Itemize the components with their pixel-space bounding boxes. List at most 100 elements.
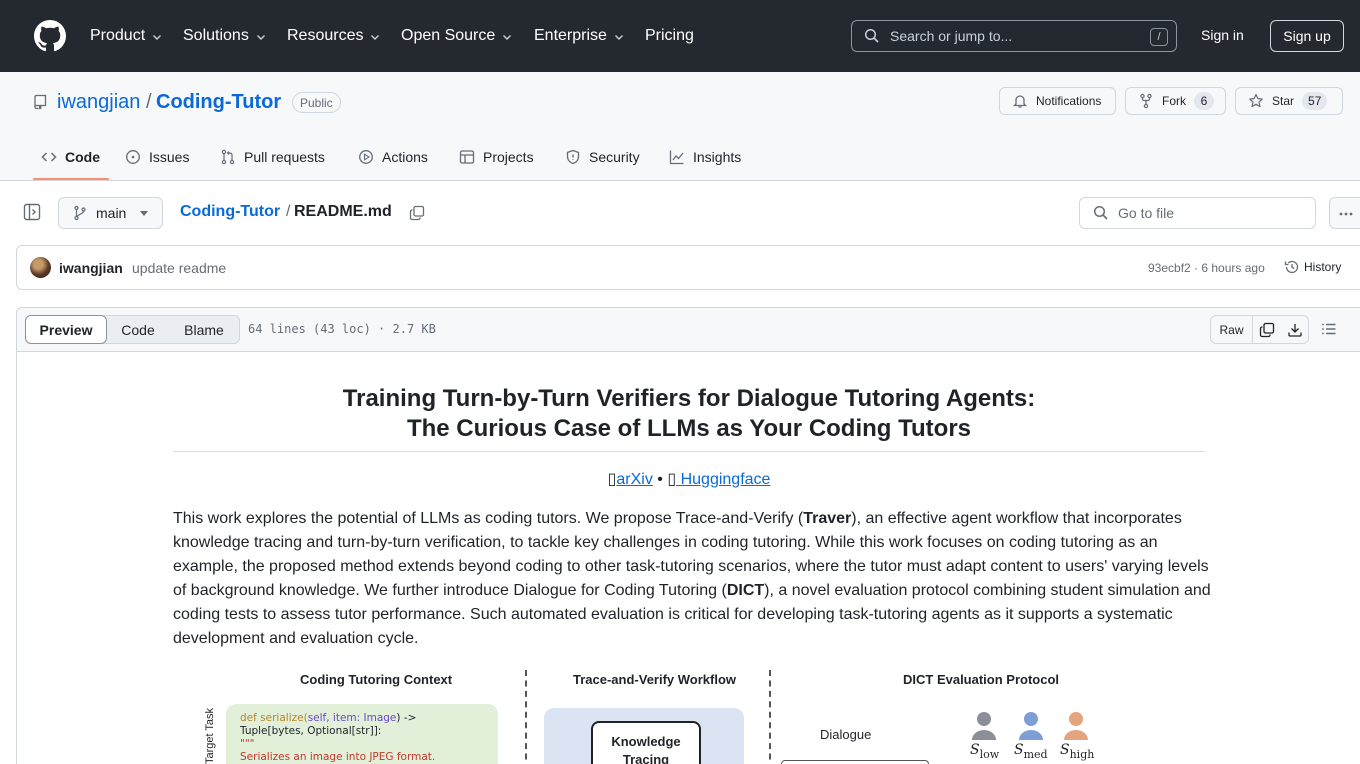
nav-solutions-label: Solutions [183, 27, 249, 44]
s-med-sym: S [1014, 742, 1024, 758]
nav-resources-label: Resources [287, 27, 364, 44]
code-args: self, item: Image [307, 712, 397, 724]
nav-pricing[interactable]: Pricing [645, 24, 694, 48]
go-to-file-placeholder: Go to file [1118, 205, 1175, 221]
student-high-icon [1064, 712, 1088, 740]
figure-divider-1 [525, 670, 527, 764]
view-preview-button[interactable]: Preview [25, 315, 107, 344]
repo-name-link[interactable]: Coding-Tutor [156, 91, 281, 114]
sidebar-expand-icon[interactable] [23, 203, 41, 221]
tab-issues[interactable]: Issues [125, 145, 189, 169]
search-input[interactable]: Search or jump to... / [851, 20, 1177, 52]
repo-owner-link[interactable]: iwangjian [57, 91, 140, 114]
author-avatar[interactable] [30, 257, 51, 278]
raw-button[interactable]: Raw [1211, 316, 1253, 343]
nav-resources[interactable]: Resources [287, 24, 381, 48]
tab-actions[interactable]: Actions [358, 145, 428, 169]
nav-enterprise-label: Enterprise [534, 27, 607, 44]
kebab-horizontal-icon [1339, 212, 1353, 216]
chevron-down-icon [153, 35, 162, 40]
fork-button[interactable]: Fork 6 [1125, 87, 1226, 115]
sign-in-link[interactable]: Sign in [1201, 27, 1244, 43]
go-to-file-input[interactable]: Go to file [1079, 197, 1316, 229]
star-label: Star [1272, 94, 1295, 108]
search-placeholder: Search or jump to... [890, 28, 1013, 44]
chevron-down-icon [371, 35, 380, 40]
copy-raw-icon[interactable] [1259, 322, 1275, 338]
overview-figure: Coding Tutoring Context Trace-and-Verify… [200, 664, 1100, 764]
tab-insights[interactable]: Insights [669, 145, 741, 169]
view-code-button[interactable]: Code [108, 316, 168, 343]
copy-path-icon[interactable] [409, 205, 425, 221]
tab-projects-label: Projects [483, 149, 534, 165]
tab-code[interactable]: Code [41, 145, 100, 169]
s-med-sub: med [1023, 747, 1048, 761]
s-high-sym: S [1060, 742, 1070, 758]
nav-open-source[interactable]: Open Source [401, 24, 513, 48]
breadcrumb-repo-link[interactable]: Coding-Tutor [180, 203, 280, 221]
bell-icon [1012, 95, 1028, 108]
play-icon [359, 150, 373, 164]
branch-selector[interactable]: main [58, 197, 163, 229]
readme-title: Training Turn-by-Turn Verifiers for Dial… [173, 384, 1205, 444]
commit-message-link[interactable]: update readme [132, 260, 226, 276]
star-button[interactable]: Star 57 [1235, 87, 1343, 115]
code-line-1: def serialize(self, item: Image) -> [240, 712, 484, 725]
figure-heading-context: Coding Tutoring Context [300, 672, 453, 687]
nav-product[interactable]: Product [90, 24, 163, 48]
tab-pull-requests[interactable]: Pull requests [220, 145, 325, 169]
history-icon [1284, 260, 1299, 274]
tab-projects[interactable]: Projects [459, 145, 534, 169]
visibility-badge: Public [292, 92, 341, 113]
chevron-down-icon [503, 35, 512, 40]
star-icon [1249, 93, 1263, 108]
code-icon [41, 152, 57, 162]
dialogue-box [781, 760, 929, 764]
git-branch-icon [74, 205, 86, 221]
graph-icon [669, 150, 684, 165]
nav-solutions[interactable]: Solutions [183, 24, 267, 48]
nav-product-label: Product [90, 27, 146, 44]
s-low-sub: low [979, 747, 1000, 761]
search-shortcut-key: / [1150, 28, 1168, 46]
outline-list-icon[interactable] [1321, 321, 1337, 337]
table-icon [459, 150, 475, 164]
active-tab-indicator [33, 178, 109, 180]
tab-security[interactable]: Security [565, 145, 640, 169]
branch-name: main [96, 205, 127, 221]
target-task-label: Target Task [204, 707, 216, 764]
view-blame-button[interactable]: Blame [168, 316, 240, 343]
more-options-button[interactable] [1329, 197, 1360, 229]
history-button[interactable]: History [1284, 259, 1341, 275]
tab-code-label: Code [65, 149, 100, 165]
global-header: Product Solutions Resources Open Source … [0, 0, 1360, 72]
figure-heading-workflow: Trace-and-Verify Workflow [573, 672, 737, 687]
arxiv-link[interactable]: arXiv [616, 471, 652, 488]
tab-security-label: Security [589, 149, 640, 165]
pull-request-icon [221, 149, 235, 165]
student-high-label: Shigh [1060, 742, 1094, 761]
code-line-2: Tuple[bytes, Optional[str]]: [240, 725, 382, 737]
fork-label: Fork [1162, 94, 1186, 108]
readme-title-line2: The Curious Case of LLMs as Your Coding … [406, 415, 972, 442]
download-icon[interactable] [1287, 322, 1303, 338]
sign-up-button[interactable]: Sign up [1270, 20, 1344, 52]
nav-pricing-label: Pricing [645, 27, 694, 44]
knowledge-tracing-box: Knowledge Tracing [591, 721, 701, 764]
commit-author-link[interactable]: iwangjian [59, 260, 123, 276]
s-high-sub: high [1069, 747, 1095, 761]
huggingface-link[interactable]: Huggingface [676, 471, 771, 488]
readme-intro-paragraph: This work explores the potential of LLMs… [173, 507, 1213, 651]
repo-icon [34, 94, 47, 110]
issue-icon [126, 150, 140, 164]
commit-hash-time[interactable]: 93ecbf2 · 6 hours ago [1148, 261, 1265, 275]
github-logo-icon[interactable] [34, 20, 66, 52]
figure-heading-protocol: DICT Evaluation Protocol [903, 672, 1060, 687]
notifications-button[interactable]: Notifications [999, 87, 1116, 115]
student-med-icon [1019, 712, 1043, 740]
fork-icon [1140, 93, 1152, 109]
code-function: serialize( [260, 712, 308, 724]
figure-divider-2 [769, 670, 771, 764]
nav-enterprise[interactable]: Enterprise [534, 24, 625, 48]
hf-icon: ▯ [667, 471, 677, 488]
